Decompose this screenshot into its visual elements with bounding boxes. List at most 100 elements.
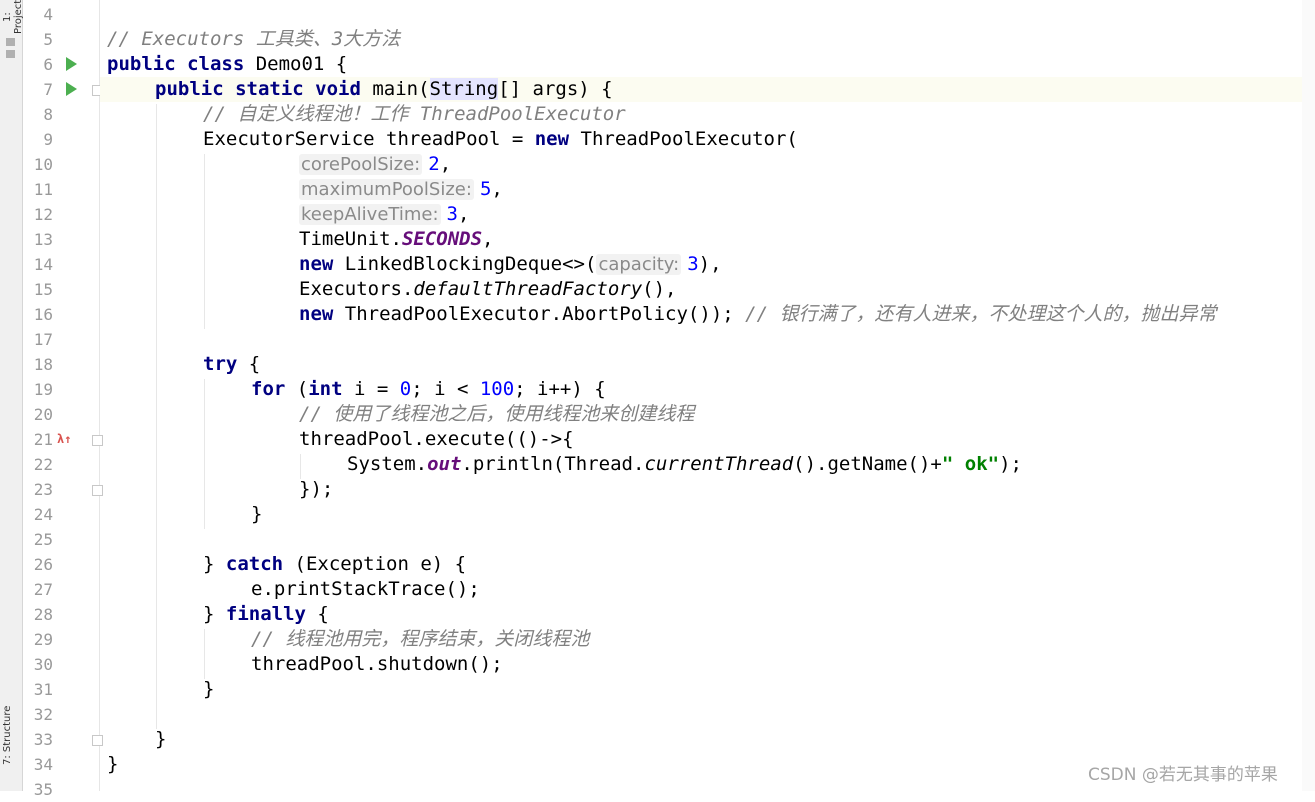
parameter-hint: corePoolSize: bbox=[299, 154, 423, 175]
code-line[interactable]: maximumPoolSize: 5, bbox=[299, 177, 503, 202]
editor-gutter: 4 5 6 7 8 9 10 11 12 13 14 15 16 17 18 19 20 21 22 23 24 25 26… bbox=[23, 0, 103, 799]
editor-scrollbar[interactable] bbox=[1302, 0, 1315, 791]
code-line[interactable]: ExecutorService threadPool = new ThreadP… bbox=[203, 127, 798, 152]
line-number: 24 bbox=[33, 505, 53, 524]
code-token: ), bbox=[698, 253, 722, 275]
line-number: 15 bbox=[33, 280, 53, 299]
project-strip-icon[interactable] bbox=[6, 38, 15, 46]
keyword-token: public class bbox=[107, 53, 256, 75]
implements-method-icon[interactable]: λ↑ bbox=[57, 431, 79, 447]
fold-marker-icon[interactable] bbox=[92, 735, 103, 746]
code-token: [] args) { bbox=[498, 78, 613, 100]
code-line[interactable]: new LinkedBlockingDeque<>(capacity: 3), bbox=[299, 252, 722, 277]
comment-token: // 自定义线程池！工作 ThreadPoolExecutor bbox=[203, 103, 626, 125]
keyword-token: int bbox=[308, 378, 354, 400]
code-line[interactable]: } bbox=[155, 727, 166, 752]
code-token: LinkedBlockingDeque<>( bbox=[344, 253, 597, 275]
keyword-token: new bbox=[299, 303, 345, 325]
indent-guide bbox=[204, 629, 205, 679]
code-token: ; i++) { bbox=[514, 378, 606, 400]
folder-strip-icon[interactable] bbox=[6, 50, 15, 58]
line-number: 9 bbox=[43, 130, 53, 149]
line-number: 14 bbox=[33, 255, 53, 274]
line-number: 28 bbox=[33, 605, 53, 624]
fold-marker-icon[interactable] bbox=[92, 485, 103, 496]
indent-guide bbox=[204, 379, 205, 529]
code-token: } bbox=[203, 603, 226, 625]
run-main-icon[interactable] bbox=[66, 82, 77, 96]
line-number: 4 bbox=[43, 5, 53, 24]
code-token: main( bbox=[372, 78, 430, 100]
run-class-icon[interactable] bbox=[66, 57, 77, 71]
code-line[interactable]: // 自定义线程池！工作 ThreadPoolExecutor bbox=[203, 102, 626, 127]
line-number: 20 bbox=[33, 405, 53, 424]
code-line[interactable]: }); bbox=[299, 477, 333, 502]
code-line[interactable]: public class Demo01 { bbox=[107, 52, 347, 77]
code-line[interactable]: new ThreadPoolExecutor.AbortPolicy()); /… bbox=[299, 302, 1216, 327]
code-line[interactable]: corePoolSize: 2, bbox=[299, 152, 451, 177]
watermark: CSDN @若无其事的苹果 bbox=[1088, 765, 1278, 785]
line-number: 23 bbox=[33, 480, 53, 499]
code-line[interactable]: threadPool.execute(()->{ bbox=[299, 427, 574, 452]
parameter-hint: capacity: bbox=[596, 254, 682, 275]
code-token: , bbox=[439, 153, 452, 175]
keyword-token: new bbox=[299, 253, 345, 275]
code-token: .println(Thread. bbox=[461, 453, 645, 475]
code-line[interactable]: } bbox=[203, 677, 214, 702]
comment-token: // 线程池用完，程序结束，关闭线程池 bbox=[251, 628, 590, 650]
code-token: Demo01 { bbox=[255, 53, 348, 75]
line-number: 10 bbox=[33, 155, 53, 174]
comment-token: // 使用了线程池之后，使用线程池来创建线程 bbox=[299, 403, 695, 425]
code-token: ExecutorService threadPool = bbox=[203, 128, 535, 150]
line-number: 12 bbox=[33, 205, 53, 224]
parameter-hint: maximumPoolSize: bbox=[299, 179, 474, 200]
fold-marker-icon[interactable] bbox=[92, 435, 103, 446]
line-number: 21 bbox=[33, 430, 53, 449]
code-token: } bbox=[155, 728, 167, 750]
code-token: { bbox=[317, 603, 329, 625]
line-number: 19 bbox=[33, 380, 53, 399]
code-line[interactable]: // Executors 工具类、3大方法 bbox=[107, 27, 400, 52]
keyword-token: for bbox=[251, 378, 297, 400]
code-line[interactable]: } catch (Exception e) { bbox=[203, 552, 466, 577]
code-line[interactable]: System.out.println(Thread.currentThread(… bbox=[347, 452, 1022, 477]
number-literal: 3 bbox=[687, 253, 699, 275]
code-line[interactable]: Executors.defaultThreadFactory(), bbox=[299, 277, 677, 302]
code-token: ( bbox=[296, 378, 309, 400]
code-token: System. bbox=[347, 453, 428, 475]
comment-token: // 银行满了，还有人进来，不处理这个人的，抛出异常 bbox=[745, 303, 1217, 325]
code-line[interactable]: // 线程池用完，程序结束，关闭线程池 bbox=[251, 627, 589, 652]
line-number: 11 bbox=[33, 180, 53, 199]
static-call-token: currentThread bbox=[644, 453, 794, 475]
line-number: 5 bbox=[43, 30, 53, 49]
structure-tool-tab[interactable]: 7: Structure bbox=[2, 690, 20, 780]
code-token: (Exception e) { bbox=[294, 553, 467, 575]
code-token: ); bbox=[999, 453, 1022, 475]
code-line[interactable]: threadPool.shutdown(); bbox=[251, 652, 503, 677]
code-line[interactable]: // 使用了线程池之后，使用线程池来创建线程 bbox=[299, 402, 694, 427]
code-line[interactable]: TimeUnit.SECONDS, bbox=[299, 227, 493, 252]
code-line[interactable]: public static void main(String[] args) { bbox=[155, 77, 613, 102]
selected-token: String bbox=[429, 78, 499, 100]
static-call-token: defaultThreadFactory bbox=[413, 278, 643, 300]
code-line[interactable]: } bbox=[251, 502, 262, 527]
code-token: ().getName()+ bbox=[793, 453, 942, 475]
code-token: , bbox=[482, 228, 494, 250]
code-line[interactable]: } bbox=[107, 752, 118, 777]
code-line[interactable]: keepAliveTime: 3, bbox=[299, 202, 469, 227]
code-token: ; i < bbox=[411, 378, 480, 400]
line-number: 30 bbox=[33, 655, 53, 674]
code-line[interactable]: } finally { bbox=[203, 602, 329, 627]
code-line[interactable]: e.printStackTrace(); bbox=[251, 577, 480, 602]
code-token: } bbox=[203, 553, 226, 575]
keyword-token: finally bbox=[225, 603, 318, 625]
line-number: 8 bbox=[43, 105, 53, 124]
code-token: threadPool.execute(()->{ bbox=[299, 428, 574, 450]
code-line[interactable]: try { bbox=[203, 352, 260, 377]
project-tool-tab[interactable]: 1: Project bbox=[2, 0, 24, 34]
line-number: 7 bbox=[43, 80, 53, 99]
line-number: 25 bbox=[33, 530, 53, 549]
code-line[interactable]: for (int i = 0; i < 100; i++) { bbox=[251, 377, 606, 402]
static-field-token: SECONDS bbox=[401, 228, 483, 250]
static-field-token: out bbox=[427, 453, 462, 475]
